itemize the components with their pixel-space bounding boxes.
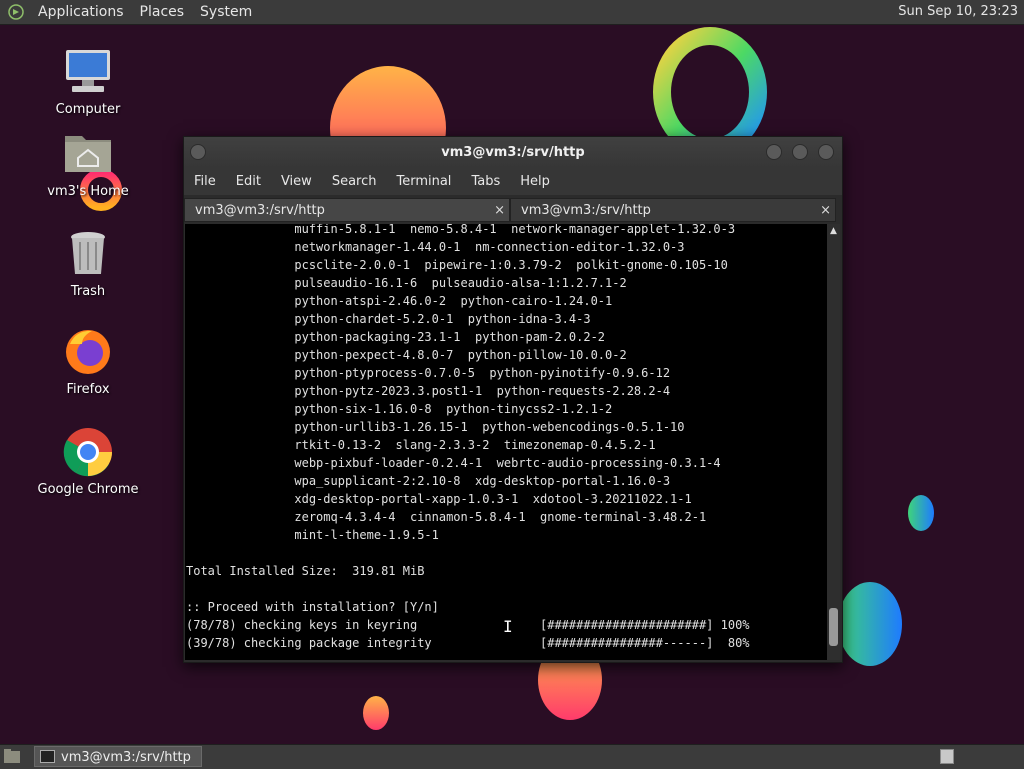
desktop-icon-trash[interactable]: Trash [33, 228, 143, 299]
menu-terminal[interactable]: Terminal [386, 174, 461, 189]
terminal-output: muffin-5.8.1-1 nemo-5.8.4-1 network-mana… [186, 224, 750, 650]
desktop-icon-home[interactable]: vm3's Home [33, 128, 143, 199]
close-icon[interactable] [818, 144, 834, 160]
tab-label: vm3@vm3:/srv/http [195, 203, 325, 218]
desktop-icon-chrome[interactable]: Google Chrome [33, 426, 143, 497]
show-desktop-icon[interactable] [3, 748, 21, 765]
desktop-icon-computer[interactable]: Computer [33, 46, 143, 117]
tab-label: vm3@vm3:/srv/http [521, 203, 651, 218]
minimize-icon[interactable] [766, 144, 782, 160]
tab-close-icon[interactable]: × [494, 199, 505, 223]
menu-tabs[interactable]: Tabs [461, 174, 510, 189]
menu-edit[interactable]: Edit [226, 174, 271, 189]
home-folder-icon [65, 136, 111, 172]
menu-help[interactable]: Help [510, 174, 560, 189]
terminal-tabbar: vm3@vm3:/srv/http × vm3@vm3:/srv/http × [184, 198, 842, 224]
bottom-panel: vm3@vm3:/srv/http [0, 744, 1024, 769]
chrome-icon [63, 428, 112, 477]
panel-clock[interactable]: Sun Sep 10, 23:23 [898, 0, 1018, 24]
desktop-icon-label: Firefox [66, 382, 110, 397]
desktop-icon-firefox[interactable]: Firefox [33, 326, 143, 397]
desktop-icon-label: Google Chrome [37, 482, 139, 497]
firefox-icon [66, 330, 110, 374]
desktop-icon-label: Trash [70, 284, 106, 299]
terminal-scrollbar[interactable]: ▲ [827, 224, 840, 660]
desktop-icon-label: Computer [55, 102, 121, 117]
menu-view[interactable]: View [271, 174, 322, 189]
applications-menu[interactable]: Applications [30, 0, 132, 24]
scrollbar-thumb[interactable] [829, 608, 838, 646]
computer-icon [66, 50, 110, 92]
menu-file[interactable]: File [184, 174, 226, 189]
terminal-tab-1[interactable]: vm3@vm3:/srv/http × [184, 198, 510, 222]
taskbar-window-button[interactable]: vm3@vm3:/srv/http [34, 746, 202, 767]
menu-search[interactable]: Search [322, 174, 387, 189]
terminal-icon [40, 750, 55, 763]
terminal-tab-2[interactable]: vm3@vm3:/srv/http × [510, 198, 836, 222]
window-title: vm3@vm3:/srv/http [441, 145, 585, 160]
terminal-window[interactable]: vm3@vm3:/srv/http File Edit View Search … [183, 136, 843, 663]
mint-menu-icon[interactable] [8, 4, 24, 20]
maximize-icon[interactable] [792, 144, 808, 160]
scroll-up-arrow-icon[interactable]: ▲ [828, 226, 839, 236]
workspace-switcher[interactable] [940, 749, 954, 764]
taskbar-window-label: vm3@vm3:/srv/http [61, 750, 191, 765]
top-panel: Applications Places System Sun Sep 10, 2… [0, 0, 1024, 25]
terminal-output-area[interactable]: muffin-5.8.1-1 nemo-5.8.4-1 network-mana… [185, 224, 827, 660]
terminal-menubar: File Edit View Search Terminal Tabs Help [184, 168, 842, 195]
text-cursor-icon: I [503, 617, 513, 636]
window-titlebar[interactable]: vm3@vm3:/srv/http [184, 137, 842, 168]
places-menu[interactable]: Places [132, 0, 193, 24]
desktop-icon-label: vm3's Home [47, 184, 129, 199]
trash-icon [71, 232, 105, 274]
tab-close-icon[interactable]: × [820, 199, 831, 223]
system-menu[interactable]: System [192, 0, 260, 24]
